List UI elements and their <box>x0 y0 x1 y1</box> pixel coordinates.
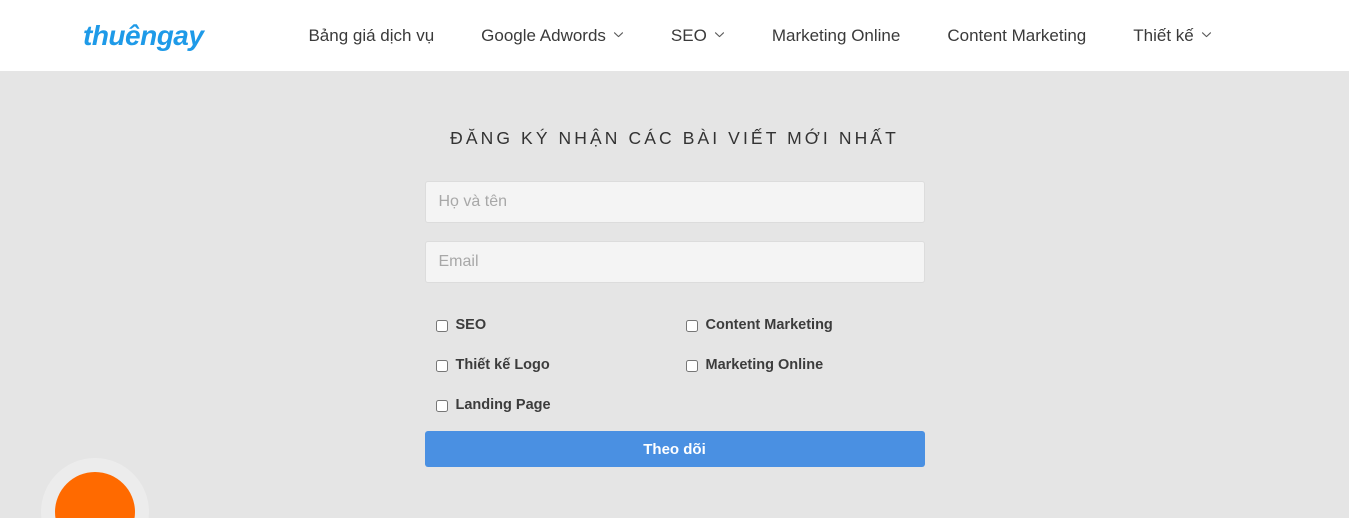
checkbox-label: Landing Page <box>455 397 551 413</box>
nav-item-label: Marketing Online <box>771 25 901 45</box>
email-input[interactable] <box>424 241 925 283</box>
nav-item-google-adwords[interactable]: Google Adwords <box>481 22 624 50</box>
checkbox-seo[interactable] <box>435 320 448 332</box>
contact-bubble-button[interactable] <box>55 472 135 518</box>
checkbox-label: SEO <box>455 317 487 333</box>
subscribe-button[interactable]: Theo dõi <box>424 431 925 467</box>
subscribe-form: ĐĂNG KÝ NHẬN CÁC BÀI VIẾT MỚI NHẤT SEO C… <box>424 71 925 467</box>
checkbox-label: Marketing Online <box>705 357 824 373</box>
nav-item-label: Google Adwords <box>481 25 606 45</box>
checkbox-landing-page[interactable] <box>435 400 448 412</box>
chevron-down-icon <box>1201 29 1212 40</box>
site-header: thuêngay Bảng giá dịch vụ Google Adwords… <box>0 0 1349 71</box>
checkbox-thiet-ke-logo[interactable] <box>435 360 448 372</box>
checkbox-label: Content Marketing <box>705 317 833 333</box>
chevron-down-icon <box>613 29 624 40</box>
nav-item-label: Bảng giá dịch vụ <box>308 25 435 45</box>
page-title: ĐĂNG KÝ NHẬN CÁC BÀI VIẾT MỚI NHẤT <box>450 128 899 148</box>
nav-item-label: SEO <box>670 25 707 45</box>
nav-item-marketing-online[interactable]: Marketing Online <box>772 22 901 50</box>
site-logo[interactable]: thuêngay <box>83 21 204 50</box>
main-navigation: Bảng giá dịch vụ Google Adwords SEO Mark… <box>308 22 1211 50</box>
checkbox-label: Thiết kế Logo <box>455 357 550 373</box>
checkbox-item-seo[interactable]: SEO <box>425 317 675 333</box>
checkbox-item-landing-page[interactable]: Landing Page <box>425 397 675 413</box>
checkbox-content-marketing[interactable] <box>685 320 698 332</box>
subscribe-section: ĐĂNG KÝ NHẬN CÁC BÀI VIẾT MỚI NHẤT SEO C… <box>0 71 1349 518</box>
nav-item-seo[interactable]: SEO <box>671 22 725 50</box>
interest-checkbox-group: SEO Content Marketing Thiết kế Logo Mark… <box>425 305 925 425</box>
checkbox-item-thiet-ke-logo[interactable]: Thiết kế Logo <box>425 357 675 373</box>
checkbox-item-marketing-online[interactable]: Marketing Online <box>675 357 925 373</box>
nav-item-label: Content Marketing <box>947 25 1087 45</box>
nav-item-content-marketing[interactable]: Content Marketing <box>947 22 1086 50</box>
nav-item-label: Thiết kế <box>1133 25 1194 45</box>
nav-item-thiet-ke[interactable]: Thiết kế <box>1133 22 1211 50</box>
chevron-down-icon <box>714 29 725 40</box>
checkbox-item-content-marketing[interactable]: Content Marketing <box>675 317 925 333</box>
nav-item-bang-gia-dich-vu[interactable]: Bảng giá dịch vụ <box>308 22 434 50</box>
full-name-input[interactable] <box>424 181 925 223</box>
checkbox-marketing-online[interactable] <box>685 360 698 372</box>
